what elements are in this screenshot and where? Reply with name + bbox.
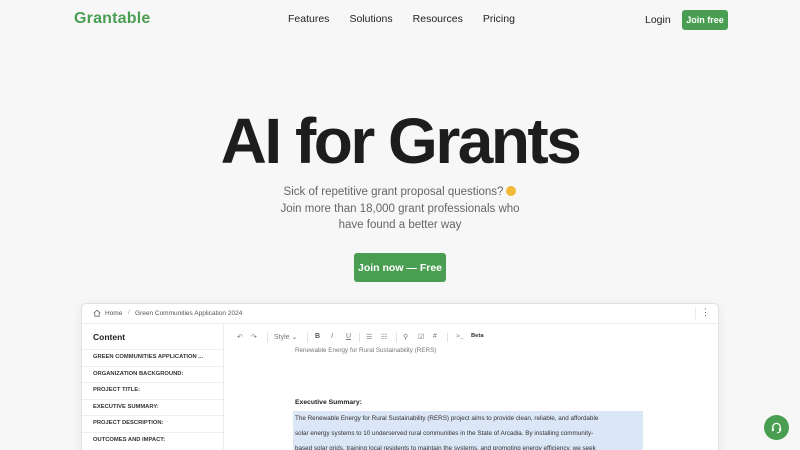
underline-button[interactable]: U (346, 333, 351, 340)
undo-icon[interactable]: ↶ (237, 333, 243, 341)
login-link[interactable]: Login (645, 14, 671, 26)
breadcrumb-separator: / (128, 309, 130, 316)
sidebar-item-project-description[interactable]: PROJECT DESCRIPTION: (82, 415, 224, 432)
editor-toolbar: ↶ ↷ Style ⌄ B I U ☰ ☷ ⚲ ☑ # >_ Beta (225, 324, 718, 349)
beta-label: Beta (471, 333, 484, 339)
help-chat-button[interactable] (764, 415, 789, 440)
top-nav: Grantable Features Solutions Resources P… (0, 0, 800, 40)
hash-icon[interactable]: # (433, 333, 437, 340)
toolbar-divider (307, 333, 308, 342)
hero-sub-line2: Join more than 18,000 grant professional… (280, 202, 520, 215)
editor-line: The Renewable Energy for Rural Sustainab… (293, 411, 643, 426)
toolbar-divider (447, 333, 448, 342)
toolbar-divider (396, 333, 397, 342)
nav-links: Features Solutions Resources Pricing (288, 13, 535, 25)
numbered-list-icon[interactable]: ☷ (381, 333, 387, 341)
hero-sub-line1: Sick of repetitive grant proposal questi… (283, 186, 504, 198)
breadcrumb-divider (695, 307, 696, 321)
editor-line: based solar grids, training local reside… (293, 441, 643, 450)
editor-project-title-text: Renewable Energy for Rural Sustainabilit… (295, 347, 437, 354)
link-icon[interactable]: ⚲ (403, 333, 408, 341)
hero-subtitle: Sick of repetitive grant proposal questi… (0, 184, 800, 234)
sidebar-item-outcomes-impact[interactable]: OUTCOMES AND IMPACT: (82, 431, 224, 449)
editor-heading: Executive Summary: (295, 399, 362, 406)
italic-button[interactable]: I (331, 333, 333, 340)
nav-link-pricing[interactable]: Pricing (483, 13, 515, 25)
command-icon[interactable]: >_ (456, 333, 464, 340)
headset-icon (771, 422, 782, 434)
editor-paragraph: The Renewable Energy for Rural Sustainab… (293, 411, 643, 450)
app-preview: Home / Green Communities Application 202… (81, 303, 719, 450)
toolbar-divider (267, 333, 268, 342)
nav-link-solutions[interactable]: Solutions (349, 13, 392, 25)
bold-button[interactable]: B (315, 333, 320, 340)
hero-title: AI for Grants (220, 105, 582, 177)
editor-area[interactable]: Renewable Energy for Rural Sustainabilit… (225, 347, 718, 450)
logo[interactable]: Grantable (74, 10, 151, 28)
hero-sub-line3: have found a better way (338, 219, 462, 231)
editor-line: solar energy systems to 10 underserved r… (293, 426, 643, 441)
toolbar-divider (359, 333, 360, 342)
nav-link-resources[interactable]: Resources (413, 13, 463, 25)
home-icon[interactable] (93, 309, 101, 317)
join-now-button[interactable]: Join now — Free (354, 253, 446, 282)
join-free-button[interactable]: Join free (682, 10, 728, 30)
breadcrumb-home[interactable]: Home (105, 310, 122, 317)
sidebar-item-project-title[interactable]: PROJECT TITLE: (82, 382, 224, 399)
grimace-emoji-icon (506, 186, 517, 196)
redo-icon[interactable]: ↷ (251, 333, 257, 341)
content-sidebar: Content GREEN COMMUNITIES APPLICATION ..… (82, 324, 224, 450)
sidebar-items: GREEN COMMUNITIES APPLICATION ... ORGANI… (82, 349, 224, 448)
sidebar-item-application[interactable]: GREEN COMMUNITIES APPLICATION ... (82, 349, 224, 366)
sidebar-item-organization-background[interactable]: ORGANIZATION BACKGROUND: (82, 365, 224, 383)
breadcrumb-document[interactable]: Green Communities Application 2024 (135, 310, 242, 317)
breadcrumb: Home / Green Communities Application 202… (82, 304, 718, 324)
sidebar-item-executive-summary[interactable]: EXECUTIVE SUMMARY: (82, 398, 224, 416)
bullet-list-icon[interactable]: ☰ (366, 333, 372, 341)
more-vertical-icon[interactable]: ⋮ (701, 307, 710, 318)
style-dropdown[interactable]: Style ⌄ (274, 333, 297, 341)
nav-link-features[interactable]: Features (288, 13, 329, 25)
checkbox-icon[interactable]: ☑ (418, 333, 424, 341)
sidebar-title: Content (93, 332, 126, 342)
